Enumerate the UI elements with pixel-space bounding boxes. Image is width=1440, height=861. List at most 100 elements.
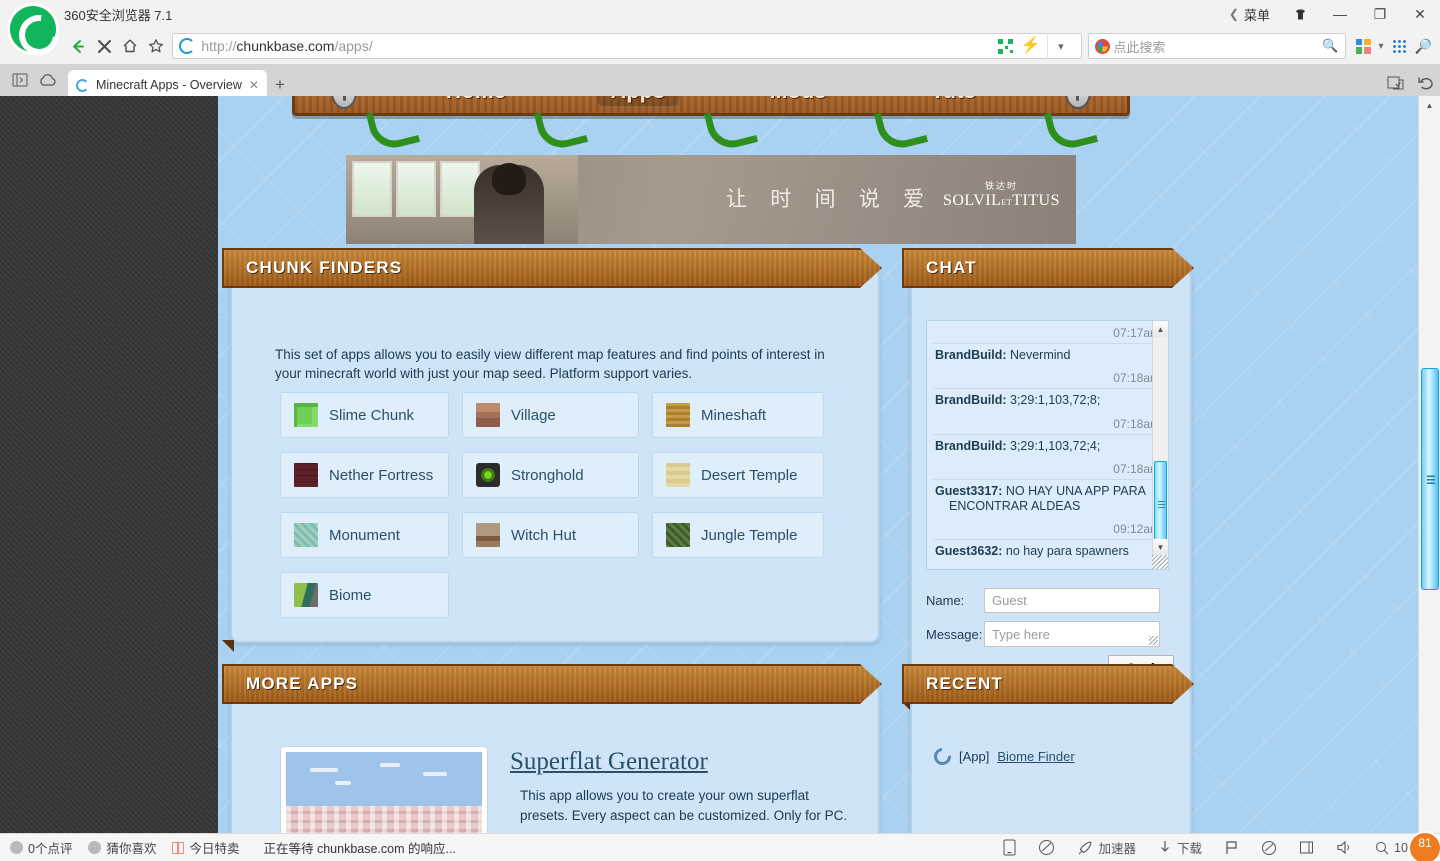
window-split-icon[interactable] [1299, 840, 1314, 855]
chevron-down-icon-2[interactable]: ▾ [1379, 41, 1384, 52]
mobile-view-icon[interactable] [1003, 839, 1016, 856]
maximize-button[interactable]: ❐ [1360, 0, 1400, 28]
witch-icon [476, 523, 500, 547]
app-link-witch-hut[interactable]: Witch Hut [462, 512, 639, 558]
recommend-chip[interactable]: 猜你喜欢 [88, 838, 156, 857]
magnifier-tool-icon[interactable]: 🔎 [1415, 38, 1432, 55]
download-label: 下载 [1177, 842, 1203, 856]
privacy-icon[interactable] [1261, 840, 1277, 856]
qr-code-icon[interactable] [998, 38, 1014, 54]
chat-log[interactable]: 07:17am BrandBuild: Nevermind 07:18am Br… [926, 320, 1169, 570]
tab-close-icon[interactable]: ✕ [249, 78, 259, 92]
sandstone-icon [666, 463, 690, 487]
gift-icon [172, 841, 185, 854]
name-input[interactable]: Guest [984, 588, 1160, 613]
app-link-stronghold[interactable]: Stronghold [462, 452, 639, 498]
browser-window: 360安全浏览器 7.1 ❮ 菜单 — ❐ ✕ http://chunkbase… [0, 0, 1440, 861]
superflat-description: This app allows you to create your own s… [520, 788, 848, 823]
stop-icon[interactable] [92, 32, 118, 60]
nav-item-home[interactable]: Home [430, 96, 522, 108]
nether-brick-icon [294, 463, 318, 487]
deals-chip[interactable]: 今日特卖 [172, 838, 239, 857]
download-item[interactable]: 下载 [1158, 838, 1202, 857]
favorite-star-icon[interactable] [143, 32, 169, 60]
url-path: /apps/ [334, 38, 373, 54]
nav-item-tuts[interactable]: Tuts [915, 96, 992, 108]
superflat-generator-link[interactable]: Superflat Generator [510, 748, 708, 776]
flag-icon[interactable] [1224, 840, 1239, 855]
ad-brand-en: SOLVIL [942, 192, 1002, 209]
close-button[interactable]: ✕ [1400, 0, 1440, 28]
reviews-chip[interactable]: 0个点评 [10, 838, 72, 857]
sidebar-toggle-icon[interactable] [12, 73, 28, 92]
app-link-monument[interactable]: Monument [280, 512, 449, 558]
minimize-button[interactable]: — [1320, 0, 1360, 28]
page-favicon-icon [179, 38, 196, 54]
chat-header: CHAT [902, 248, 1194, 288]
app-link-village[interactable]: Village [462, 392, 639, 438]
nav-item-mods[interactable]: Mods [754, 96, 843, 108]
accelerator-item[interactable]: 加速器 [1077, 838, 1136, 857]
address-bar[interactable]: http://chunkbase.com/apps/ ⚡ ▾ [172, 33, 1083, 59]
recent-link-biome-finder[interactable]: Biome Finder [997, 749, 1074, 764]
skin-shirt-icon[interactable] [1280, 0, 1320, 28]
notification-badge[interactable]: 81 [1408, 831, 1440, 861]
app-link-nether-fortress[interactable]: Nether Fortress [280, 452, 449, 498]
name-label: Name: [926, 593, 965, 608]
app-label: Jungle Temple [701, 526, 798, 544]
extensions-icon[interactable] [1355, 38, 1371, 54]
back-icon[interactable] [66, 32, 92, 60]
chat-scrollbar[interactable]: ▲ ▼ [1152, 321, 1168, 569]
search-placeholder: 点此搜索 [1113, 39, 1166, 55]
app-link-slime-chunk[interactable]: Slime Chunk [280, 392, 449, 438]
chat-text: 3;29:1,103,72;4; [1006, 438, 1101, 453]
app-label: Witch Hut [511, 526, 577, 544]
chunk-finders-grid: Slime Chunk Village Mineshaft Nether For… [280, 392, 836, 618]
app-link-biome[interactable]: Biome [280, 572, 449, 618]
restore-tab-icon[interactable] [1387, 76, 1404, 96]
chat-username: BrandBuild: [935, 393, 1007, 408]
superflat-thumbnail[interactable] [280, 746, 488, 833]
page-scrollbar-thumb[interactable] [1421, 368, 1439, 590]
screenshot-icon[interactable] [1038, 839, 1055, 856]
more-apps-header: MORE APPS [222, 664, 882, 704]
volume-icon[interactable] [1336, 840, 1353, 855]
search-box[interactable]: 点此搜索 🔍 [1088, 33, 1346, 59]
refresh-icon [930, 744, 955, 769]
menu-button[interactable]: ❮ 菜单 [1219, 0, 1280, 28]
recent-panel: RECENT [App] Biome Finder [910, 684, 1192, 833]
chevron-down-icon[interactable]: ▾ [1047, 33, 1073, 59]
scrollbar-thumb[interactable] [1154, 461, 1167, 546]
app-link-desert-temple[interactable]: Desert Temple [652, 452, 824, 498]
lightning-icon[interactable]: ⚡ [1020, 38, 1040, 54]
deals-label: 今日特卖 [189, 842, 240, 856]
app-label: Monument [329, 526, 400, 544]
search-icon[interactable]: 🔍 [1322, 38, 1338, 54]
status-right-group: 加速器 下载 100% [1003, 838, 1440, 857]
scroll-down-icon[interactable]: ▼ [1153, 539, 1168, 555]
page-scrollbar[interactable]: ▲ [1418, 96, 1440, 833]
chat-message: Guest3632: no hay para spawners [933, 540, 1162, 565]
home-icon[interactable] [117, 32, 143, 60]
chat-username: BrandBuild: [935, 438, 1007, 453]
biome-map-icon [294, 583, 318, 607]
scroll-up-icon[interactable]: ▲ [1153, 321, 1168, 337]
apps-grid-icon[interactable] [1391, 38, 1407, 54]
cloud-icon[interactable] [38, 73, 58, 92]
app-link-jungle-temple[interactable]: Jungle Temple [652, 512, 824, 558]
advertisement-banner[interactable]: 让 时 间 说 爱 铁达时 SOLVILETTITUS [346, 155, 1076, 244]
app-link-mineshaft[interactable]: Mineshaft [652, 392, 824, 438]
chat-username: Guest3317: [935, 483, 1003, 498]
header-tail-decoration [222, 640, 234, 652]
nav-item-apps[interactable]: Apps [594, 96, 682, 108]
message-input[interactable]: Type here [984, 621, 1160, 647]
recent-header: RECENT [902, 664, 1194, 704]
resize-handle-icon[interactable] [1152, 555, 1168, 569]
chat-username: BrandBuild: [935, 348, 1007, 362]
chat-timestamp: 07:17am [933, 324, 1162, 344]
undo-close-tab-icon[interactable] [1418, 76, 1434, 96]
toolbar-extras: ▾ 🔎 [1355, 38, 1432, 55]
page-scroll-up-icon[interactable]: ▲ [1419, 96, 1440, 114]
app-label: Biome [329, 586, 372, 604]
address-text: http://chunkbase.com/apps/ [201, 38, 372, 54]
